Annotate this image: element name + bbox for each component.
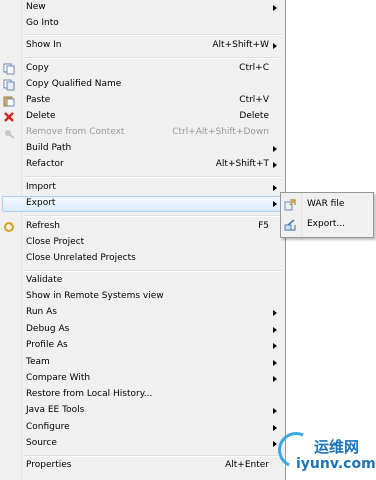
menu-item-refresh[interactable]: Refresh F5 [0,219,285,235]
menu-item-delete[interactable]: Delete Delete [0,109,285,125]
submenu-arrow-icon [273,5,277,11]
menu-item-label: Compare With [26,373,91,383]
menu-item-team[interactable]: Team [0,355,285,371]
menu-item-close-project[interactable]: Close Project [0,235,285,251]
menu-item-compare-with[interactable]: Compare With [0,371,285,387]
menu-item-shortcut: Alt+Shift+W [212,40,269,50]
menu-item-label: Export [26,198,56,208]
submenu-arrow-icon [273,425,277,431]
menu-item-debug-as[interactable]: Debug As [0,322,285,338]
menu-item-export[interactable]: Export [0,196,285,212]
menu-item-go-into[interactable]: Go Into [0,16,285,32]
menu-item-label: Show in Remote Systems view [26,291,164,301]
menu-item-shortcut: F5 [258,221,269,231]
menu-separator [24,34,282,36]
menu-item-label: Team [26,357,50,367]
menu-item-label: Delete [26,111,56,121]
menu-item-copy[interactable]: Copy Ctrl+C [0,61,285,77]
watermark-title: 运维网 [314,438,360,456]
context-menu: New Go Into Show In Alt+Shift+W Copy Ctr… [0,0,286,480]
submenu-arrow-icon [273,162,277,168]
menu-item-label: Close Unrelated Projects [26,253,136,263]
remove-context-icon [3,127,15,139]
menu-item-restore-local-history[interactable]: Restore from Local History... [0,387,285,403]
submenu-arrow-icon [273,441,277,447]
submenu-arrow-icon [273,327,277,333]
menu-item-source[interactable]: Source [0,436,285,452]
menu-item-label: Restore from Local History... [26,389,153,399]
menu-item-label: Run As [26,307,57,317]
menu-item-label: Import [26,182,56,192]
menu-item-label: Source [26,438,57,448]
menu-item-label: Refresh [26,221,60,231]
submenu-arrow-icon [273,343,277,349]
menu-item-shortcut: Alt+Shift+T [215,159,269,169]
menu-item-label: Profile As [26,340,68,350]
submenu-arrow-icon [273,408,277,414]
war-file-icon [284,199,296,211]
menu-separator [24,176,282,178]
menu-item-label: Validate [26,275,63,285]
submenu-arrow-icon [273,376,277,382]
menu-item-label: New [26,2,46,12]
menu-item-label: Close Project [26,237,85,247]
menu-item-copy-qualified-name[interactable]: Copy Qualified Name [0,77,285,93]
menu-separator [24,270,282,272]
menu-item-label: Show In [26,40,62,50]
submenu-arrow-icon [273,201,277,207]
menu-item-refactor[interactable]: Refactor Alt+Shift+T [0,157,285,173]
menu-item-paste[interactable]: Paste Ctrl+V [0,93,285,109]
menu-item-label: Refactor [26,159,64,169]
submenu-arrow-icon [273,185,277,191]
menu-item-show-in-remote-systems[interactable]: Show in Remote Systems view [0,289,285,305]
submenu-arrow-icon [273,43,277,49]
copy-qualified-icon [3,79,15,91]
menu-item-import[interactable]: Import [0,180,285,196]
export-wizard-icon [284,219,296,231]
menu-item-label: Properties [26,460,72,470]
menu-item-label: Build Path [26,143,72,153]
menu-item-label: Go Into [26,18,59,28]
menu-item-shortcut: Delete [239,111,269,121]
menu-item-label: Configure [26,422,70,432]
menu-item-label: Debug As [26,324,70,334]
export-submenu: WAR file Export... [280,192,374,238]
menu-item-java-ee-tools[interactable]: Java EE Tools [0,403,285,419]
menu-item-build-path[interactable]: Build Path [0,141,285,157]
submenu-item-label: WAR file [307,199,345,209]
menu-item-properties[interactable]: Properties Alt+Enter [0,458,285,474]
watermark-url: iyunv.com [296,456,376,472]
menu-item-label: Paste [26,95,51,105]
menu-separator [24,57,282,59]
submenu-item-label: Export... [307,219,346,229]
site-watermark: 运维网 iyunv.com [272,426,376,480]
submenu-arrow-icon [273,146,277,152]
menu-item-label: Copy [26,63,49,73]
menu-item-shortcut: Ctrl+C [239,63,269,73]
menu-item-label: Remove from Context [26,127,125,137]
menu-item-validate[interactable]: Validate [0,273,285,289]
menu-item-shortcut: Alt+Enter [225,460,269,470]
menu-item-close-unrelated-projects[interactable]: Close Unrelated Projects [0,251,285,267]
copy-icon [3,63,15,75]
menu-item-label: Java EE Tools [26,405,85,415]
menu-item-new[interactable]: New [0,0,285,16]
menu-separator [24,215,282,217]
menu-item-remove-from-context[interactable]: Remove from Context Ctrl+Alt+Shift+Down [0,125,285,141]
menu-item-profile-as[interactable]: Profile As [0,338,285,354]
menu-item-shortcut: Ctrl+V [239,95,269,105]
menu-item-shortcut: Ctrl+Alt+Shift+Down [172,127,269,137]
menu-item-configure[interactable]: Configure [0,420,285,436]
delete-icon [3,111,15,123]
submenu-item-war-file[interactable]: WAR file [281,197,373,213]
menu-item-label: Copy Qualified Name [26,79,122,89]
submenu-arrow-icon [273,310,277,316]
menu-separator [24,455,282,457]
submenu-item-export-wizard[interactable]: Export... [281,217,373,233]
refresh-icon [3,221,15,233]
menu-item-run-as[interactable]: Run As [0,305,285,321]
submenu-arrow-icon [273,360,277,366]
paste-icon [3,95,15,107]
menu-item-show-in[interactable]: Show In Alt+Shift+W [0,38,285,54]
